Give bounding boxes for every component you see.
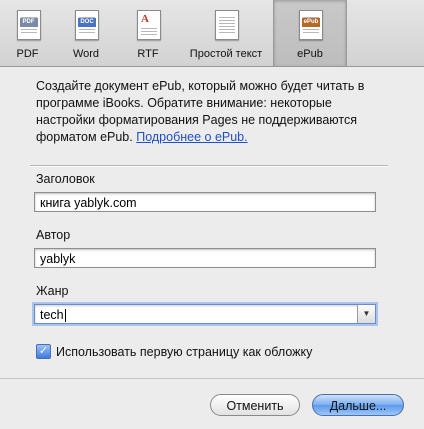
footer-divider [0,378,424,379]
pdf-doc-icon: PDF [16,10,41,40]
format-tab-label: Простой текст [189,48,263,60]
genre-combobox[interactable]: tech ▼ [34,304,376,324]
cancel-button[interactable]: Отменить [210,394,300,416]
cover-checkbox-label: Использовать первую страницу как обложку [56,344,313,359]
text-caret [64,309,66,323]
learn-more-link[interactable]: Подробнее о ePub. [136,130,247,144]
format-toolbar: PDF PDF DOC Word A RTF Простой текст ePu… [0,0,424,67]
epub-description: Создайте документ ePub, который можно бу… [36,79,365,144]
rtf-doc-icon: A [137,10,161,40]
epub-doc-icon: ePub [299,10,323,40]
author-field[interactable]: yablyk [34,248,376,268]
author-label: Автор [36,228,71,242]
genre-label: Жанр [36,284,69,298]
format-tab-pdf[interactable]: PDF PDF [0,0,55,66]
title-label: Заголовок [36,172,95,186]
format-tab-label: PDF [16,48,39,60]
format-tab-label: RTF [137,48,159,60]
text-doc-icon [215,10,239,40]
chevron-down-icon[interactable]: ▼ [357,305,375,323]
export-sheet: PDF PDF DOC Word A RTF Простой текст ePu… [0,0,424,429]
format-tab-label: ePub [297,48,323,60]
format-tab-rtf[interactable]: A RTF [117,0,179,66]
cover-checkbox[interactable]: ✓ [36,344,51,359]
title-field[interactable]: книга yablyk.com [34,192,376,212]
format-tab-plain-text[interactable]: Простой текст [179,0,273,66]
word-doc-icon: DOC [75,10,99,40]
format-tab-word[interactable]: DOC Word [55,0,117,66]
next-button[interactable]: Дальше... [312,394,404,416]
format-tab-label: Word [72,48,100,60]
format-tab-epub[interactable]: ePub ePub [273,0,347,66]
divider [30,165,388,167]
cover-option[interactable]: ✓ Использовать первую страницу как облож… [36,344,312,359]
